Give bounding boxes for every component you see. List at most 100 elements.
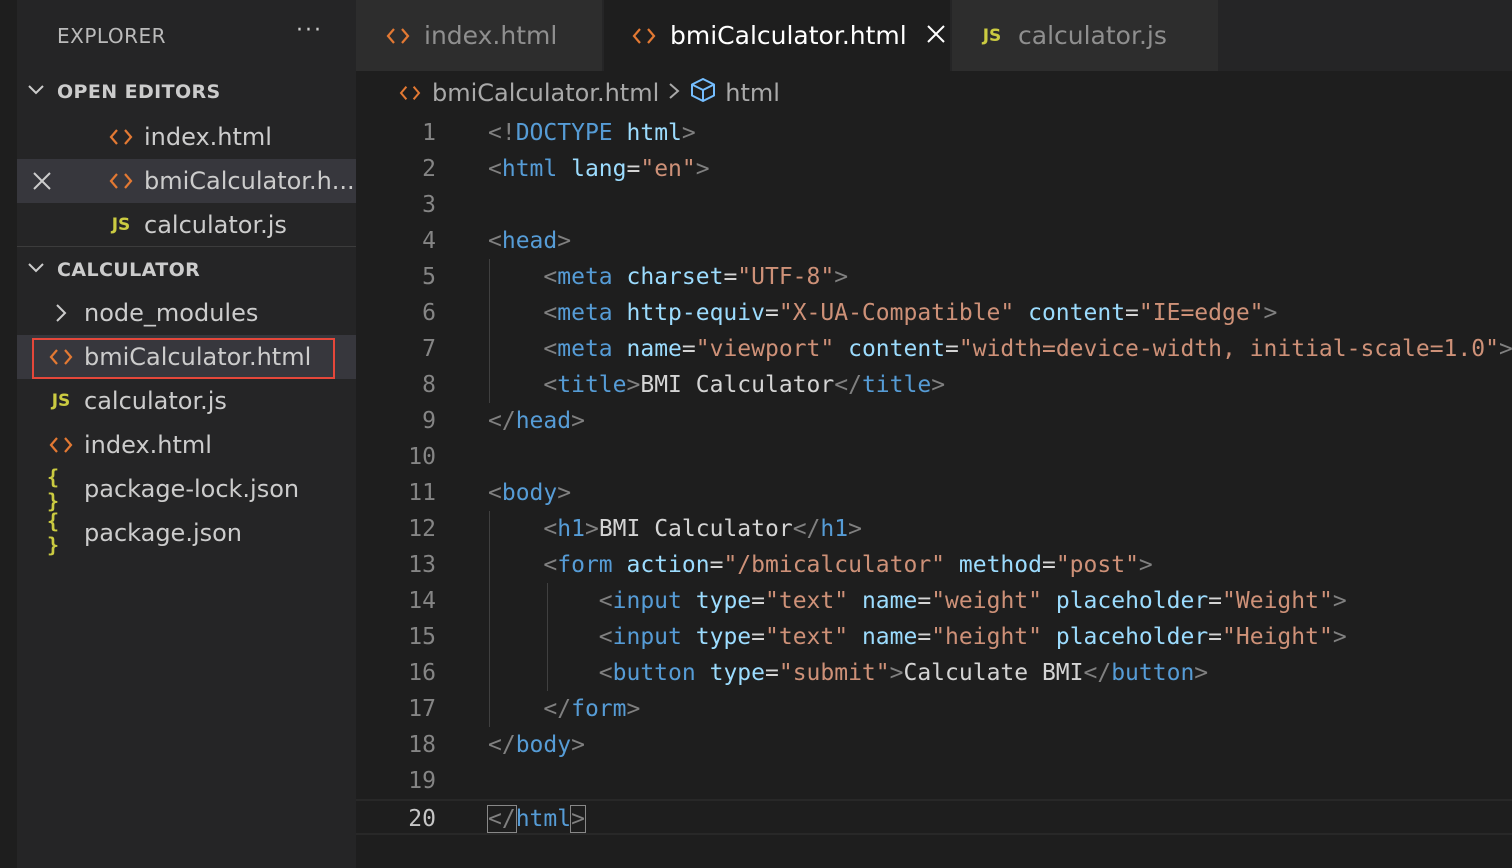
code-token: "Weight": [1222, 588, 1333, 614]
code-token: >: [571, 408, 585, 434]
tab-index-html[interactable]: index.html: [356, 0, 602, 71]
calculator-folder-header[interactable]: CALCULATOR: [17, 248, 356, 292]
code-token: <: [543, 516, 558, 542]
code-token: button: [1111, 660, 1195, 686]
code-token: content: [1028, 300, 1126, 326]
code-line[interactable]: 5 <meta charset="UTF-8">: [356, 259, 1512, 295]
code-token: </: [792, 516, 821, 542]
code-token: =: [1208, 624, 1223, 650]
code-token: =: [764, 660, 779, 686]
code-token: title: [557, 372, 627, 398]
code-token: <!: [488, 120, 516, 146]
tree-item-node-modules[interactable]: node_modules: [17, 291, 356, 335]
code-token: >: [571, 732, 585, 758]
code-line[interactable]: 9 </head>: [356, 403, 1512, 439]
tree-item-package-lock-json[interactable]: { } package-lock.json: [17, 465, 356, 513]
code-token: >: [1498, 336, 1512, 362]
code-line[interactable]: 16 <button type="submit">Calculate BMI</…: [356, 655, 1512, 691]
code-token: placeholder: [1055, 624, 1209, 650]
code-line[interactable]: 4 <head>: [356, 223, 1512, 259]
code-line[interactable]: 15 <input type="text" name="height" plac…: [356, 619, 1512, 655]
code-token: type: [709, 660, 765, 686]
code-token: =: [626, 156, 641, 182]
more-actions-icon[interactable]: ···: [296, 18, 323, 43]
code-line[interactable]: 10: [356, 439, 1512, 475]
code-text: <title>BMI Calculator</title>: [488, 367, 945, 403]
breadcrumb-file[interactable]: bmiCalculator.html: [432, 79, 659, 107]
open-editor-item-bmicalculator-html[interactable]: bmiCalculator.h...: [17, 159, 356, 203]
tab-bmicalculator-html[interactable]: bmiCalculator.html: [604, 0, 950, 71]
breadcrumb-symbol[interactable]: html: [725, 79, 780, 107]
code-line[interactable]: 6 <meta http-equiv="X-UA-Compatible" con…: [356, 295, 1512, 331]
code-line[interactable]: 17 </form>: [356, 691, 1512, 727]
code-line[interactable]: 11 <body>: [356, 475, 1512, 511]
code-line[interactable]: 1 <!DOCTYPE html>: [356, 115, 1512, 151]
code-token: </: [488, 732, 516, 758]
open-editor-item-calculator-js[interactable]: JS calculator.js: [17, 203, 356, 247]
tree-item-index-html[interactable]: index.html: [17, 423, 356, 467]
code-token: lang: [571, 156, 627, 182]
code-line[interactable]: 7 <meta name="viewport" content="width=d…: [356, 331, 1512, 367]
code-token: body: [515, 732, 572, 758]
code-text: <head>: [488, 223, 571, 259]
open-editors-header[interactable]: OPEN EDITORS: [17, 70, 356, 114]
html-file-icon: [107, 123, 135, 151]
code-text: </html>: [487, 801, 586, 837]
code-line[interactable]: 13 <form action="/bmicalculator" method=…: [356, 547, 1512, 583]
code-token: <: [543, 300, 558, 326]
close-icon[interactable]: [17, 170, 67, 192]
code-token: >: [681, 120, 696, 146]
open-editor-item-index-html[interactable]: index.html: [17, 115, 356, 159]
code-token: "post": [1055, 552, 1139, 578]
code-line[interactable]: 18 </body>: [356, 727, 1512, 763]
code-line[interactable]: 20 </html>: [356, 799, 1512, 835]
code-token: >: [1194, 660, 1209, 686]
code-token: "/bmicalculator": [723, 552, 946, 578]
line-number: 9: [422, 408, 436, 434]
code-token: </: [543, 696, 572, 722]
code-token: input: [612, 588, 682, 614]
js-file-icon: JS: [982, 25, 1002, 46]
code-token: <: [598, 660, 613, 686]
code-line[interactable]: 2 <html lang="en">: [356, 151, 1512, 187]
tab-calculator-js[interactable]: JS calculator.js: [952, 0, 1218, 71]
chevron-down-icon: [17, 79, 57, 105]
code-token: >: [1138, 552, 1153, 578]
tree-item-calculator-js[interactable]: JS calculator.js: [17, 379, 356, 423]
code-token: button: [612, 660, 696, 686]
code-line[interactable]: 8 <title>BMI Calculator</title>: [356, 367, 1512, 403]
line-number: 17: [408, 696, 436, 722]
line-number: 16: [408, 660, 436, 686]
code-line[interactable]: 3: [356, 187, 1512, 223]
code-token: meta: [557, 264, 613, 290]
code-token: name: [861, 588, 918, 614]
tree-item-package-json[interactable]: { } package.json: [17, 509, 356, 557]
code-token: Calculate BMI: [903, 660, 1084, 686]
code-line[interactable]: 14 <input type="text" name="weight" plac…: [356, 583, 1512, 619]
code-token: DOCTYPE: [515, 120, 613, 146]
code-line[interactable]: 19: [356, 763, 1512, 799]
code-token: "IE=edge": [1138, 300, 1264, 326]
code-token: "width=device-width, initial-scale=1.0": [958, 336, 1499, 362]
close-tab-icon[interactable]: [925, 23, 947, 49]
code-token: action: [626, 552, 710, 578]
code-token: </: [1083, 660, 1112, 686]
open-editor-label: bmiCalculator.h...: [144, 167, 355, 195]
line-number: 4: [422, 228, 436, 254]
code-token: placeholder: [1055, 588, 1209, 614]
code-token: =: [1208, 588, 1223, 614]
code-line[interactable]: 12 <h1>BMI Calculator</h1>: [356, 511, 1512, 547]
code-editor[interactable]: 1 <!DOCTYPE html> 2 <html lang="en"> 3 4 <head…: [356, 115, 1512, 868]
tree-item-label: package.json: [84, 519, 243, 547]
